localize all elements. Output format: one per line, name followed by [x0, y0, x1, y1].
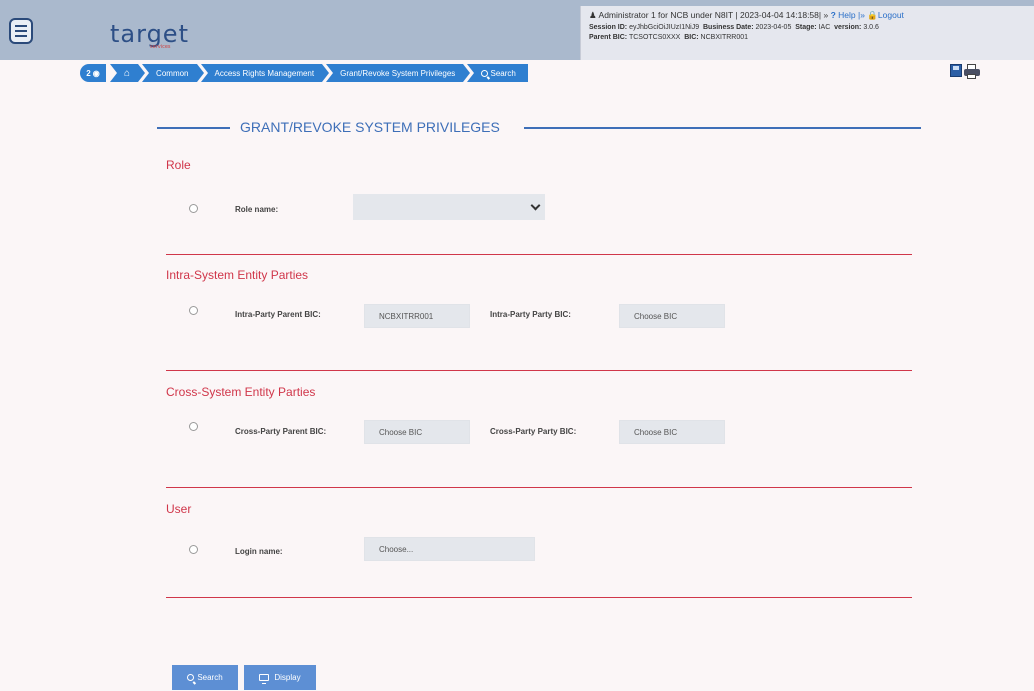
search-icon — [481, 69, 489, 77]
display-button[interactable]: Display — [244, 665, 316, 690]
logout-label: Logout — [877, 10, 904, 20]
breadcrumb: 2 ◉ ⌂ Common Access Rights Management Gr… — [80, 64, 528, 82]
breadcrumb-label: Grant/Revoke System Privileges — [340, 68, 456, 78]
page-title-bar: GRANT/REVOKE SYSTEM PRIVILEGES — [157, 118, 921, 138]
cross-section-title: Cross-System Entity Parties — [166, 385, 316, 399]
user-icon: ♟ — [589, 10, 597, 20]
cross-party-bic-label: Cross-Party Party BIC: — [490, 427, 577, 436]
display-button-label: Display — [274, 673, 301, 682]
logout-link[interactable]: 🔒Logout — [867, 10, 904, 20]
breadcrumb-label: Access Rights Management — [214, 68, 315, 78]
login-name-field[interactable]: Choose... — [364, 537, 535, 561]
role-section-title: Role — [166, 158, 191, 172]
search-icon — [187, 674, 195, 681]
app-logo: target services — [110, 20, 189, 50]
stage-label: Stage: — [795, 24, 817, 31]
title-divider-right — [524, 127, 921, 129]
cross-parent-bic-label: Cross-Party Parent BIC: — [235, 427, 327, 436]
search-button[interactable]: Search — [172, 665, 238, 690]
user-section-title: User — [166, 502, 192, 516]
bic-label: BIC: — [684, 34, 699, 41]
app-header: target services ♟ Administrator 1 for NC… — [0, 0, 1034, 60]
bic-value: NCBXITRR001 — [700, 34, 749, 41]
breadcrumb-access-rights[interactable]: Access Rights Management — [200, 64, 329, 82]
parent-bic-label: Parent BIC: — [589, 34, 628, 41]
logo-subtext: services — [150, 44, 171, 50]
monitor-icon — [259, 674, 270, 684]
menu-icon[interactable] — [9, 18, 33, 44]
session-id-label: Session ID: — [589, 24, 628, 31]
lock-icon: 🔒 — [867, 10, 878, 20]
breadcrumb-search[interactable]: Search — [467, 64, 528, 82]
user-info: Administrator 1 for NCB under N8IT — [598, 10, 734, 20]
breadcrumb-common[interactable]: Common — [142, 64, 205, 82]
breadcrumb-label: Common — [156, 68, 189, 78]
session-id-value: eyJhbGciOiJIUzI1NiJ9 — [629, 24, 700, 31]
eye-icon: ◉ — [92, 68, 100, 78]
page-title: GRANT/REVOKE SYSTEM PRIVILEGES — [240, 119, 500, 135]
parent-bic-value: TCSOTCS0XXX — [628, 34, 681, 41]
breadcrumb-label: Search — [490, 68, 516, 78]
role-name-label: Role name: — [235, 205, 279, 214]
login-name-label: Login name: — [235, 547, 283, 556]
role-radio[interactable] — [189, 204, 198, 213]
cross-divider — [166, 487, 912, 488]
user-divider — [166, 597, 912, 598]
breadcrumb-grant-revoke[interactable]: Grant/Revoke System Privileges — [326, 64, 471, 82]
title-divider-left — [157, 127, 230, 129]
version-value: 3.0.6 — [863, 24, 879, 31]
history-count: 2 — [86, 68, 91, 78]
user-radio[interactable] — [189, 545, 198, 554]
chevron-down-icon — [530, 200, 541, 211]
intra-divider — [166, 370, 912, 371]
business-date-value: 2023-04-05 — [755, 24, 792, 31]
home-icon: ⌂ — [124, 67, 131, 79]
help-label: Help — [838, 10, 856, 20]
version-label: version: — [834, 24, 862, 31]
stage-value: IAC — [818, 24, 831, 31]
toolbar-icons — [950, 64, 980, 79]
help-link[interactable]: ? Help — [831, 10, 856, 20]
role-divider — [166, 254, 912, 255]
history-badge[interactable]: 2 ◉ — [80, 64, 106, 82]
session-info: ♟ Administrator 1 for NCB under N8IT | 2… — [580, 6, 1034, 60]
intra-party-bic-field[interactable]: Choose BIC — [619, 304, 725, 328]
cross-party-bic-field[interactable]: Choose BIC — [619, 420, 725, 444]
print-icon[interactable] — [964, 64, 980, 79]
intra-parent-bic-field[interactable]: NCBXITRR001 — [364, 304, 470, 328]
intra-section-title: Intra-System Entity Parties — [166, 268, 309, 282]
header-separator: |» — [858, 10, 865, 20]
role-name-select[interactable] — [353, 194, 545, 220]
cross-parent-bic-field[interactable]: Choose BIC — [364, 420, 470, 444]
help-icon: ? — [830, 10, 836, 20]
cross-radio[interactable] — [189, 422, 198, 431]
timestamp: | 2023-04-04 14:18:58| » — [735, 10, 829, 20]
intra-parent-bic-label: Intra-Party Parent BIC: — [235, 310, 321, 319]
intra-party-bic-label: Intra-Party Party BIC: — [490, 310, 571, 319]
search-button-label: Search — [197, 673, 223, 682]
business-date-label: Business Date: — [703, 24, 754, 31]
breadcrumb-home[interactable]: ⌂ — [110, 64, 146, 82]
intra-radio[interactable] — [189, 306, 198, 315]
save-icon[interactable] — [950, 64, 962, 77]
